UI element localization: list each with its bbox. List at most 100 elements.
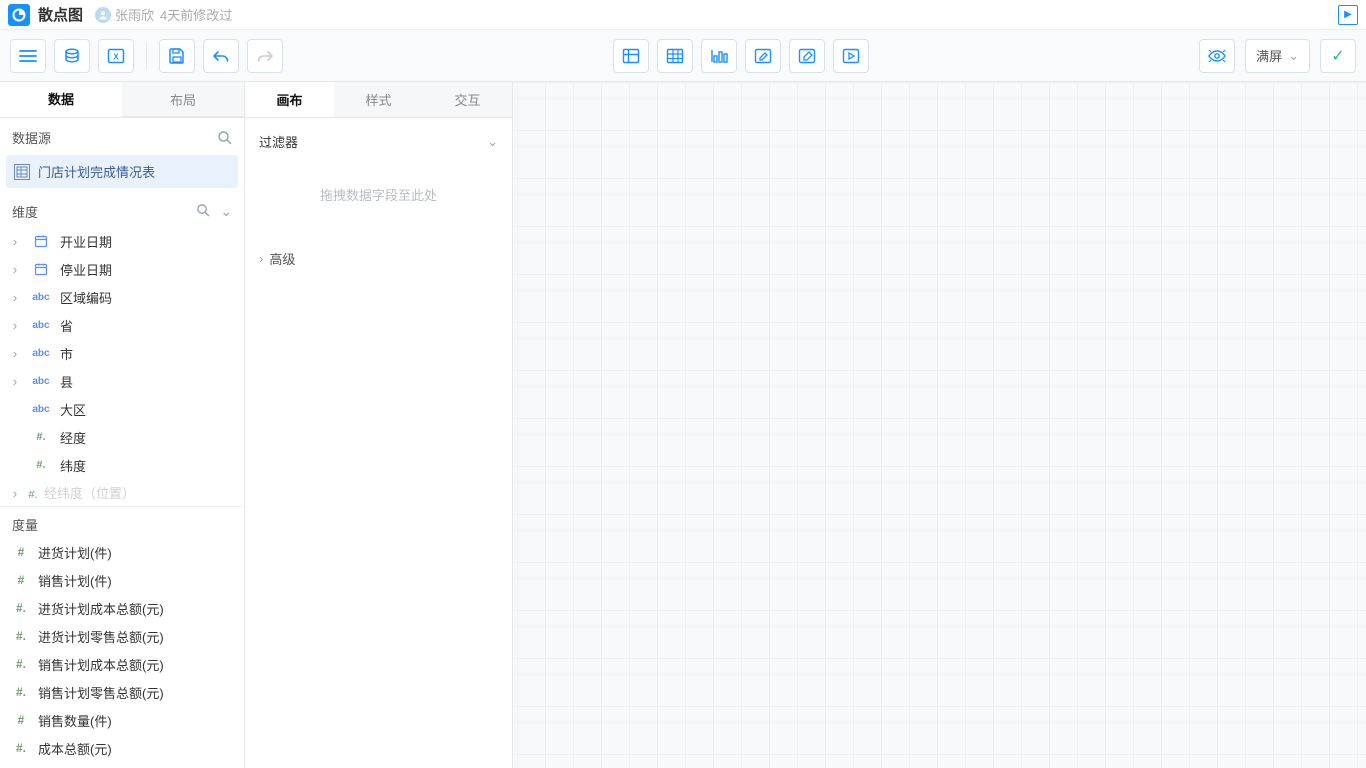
tab-layout[interactable]: 布局 [122, 82, 244, 117]
preview-play-button[interactable]: ▶ [1338, 5, 1358, 25]
formula-button[interactable]: X [98, 39, 134, 73]
field-type-icon: # [12, 573, 30, 587]
field-type-icon [30, 234, 52, 248]
menu-button[interactable] [10, 39, 46, 73]
measure-field[interactable]: #进货计划(件) [0, 538, 244, 566]
field-type-icon: #. [30, 459, 52, 471]
table-icon [14, 164, 30, 180]
field-label: 省 [60, 316, 73, 335]
tab-style[interactable]: 样式 [334, 82, 423, 117]
filter-label: 过滤器 [259, 132, 298, 151]
search-icon[interactable] [217, 130, 232, 145]
dimension-field[interactable]: #. 纬度 [0, 451, 244, 479]
field-type-icon: abc [30, 348, 52, 359]
save-button[interactable] [159, 39, 195, 73]
dimension-field[interactable]: › abc 市 [0, 339, 244, 367]
database-button[interactable] [54, 39, 90, 73]
expand-caret-icon: › [10, 262, 20, 277]
undo-button[interactable] [203, 39, 239, 73]
dimension-field[interactable]: › 停业日期 [0, 255, 244, 283]
chevron-down-icon: ⌄ [1288, 48, 1299, 64]
table-button[interactable] [657, 39, 693, 73]
field-label: 纬度 [60, 456, 86, 475]
field-type-icon: #. [12, 629, 30, 643]
field-type-icon [30, 262, 52, 276]
field-label: 开业日期 [60, 232, 112, 251]
toolbar-separator [146, 43, 147, 69]
screen-mode-label: 满屏 [1256, 46, 1282, 65]
layout-grid-button[interactable] [613, 39, 649, 73]
dimension-field[interactable]: ›abc区域编码 [0, 283, 244, 311]
view-eye-button[interactable] [1199, 39, 1235, 73]
tab-canvas[interactable]: 画布 [245, 82, 334, 117]
field-label: 销售计划零售总额(元) [38, 683, 164, 702]
tab-interact[interactable]: 交互 [423, 82, 512, 117]
filter-dropzone[interactable]: 拖拽数据字段至此处 [259, 167, 498, 221]
field-type-icon: #. [12, 657, 30, 671]
filter-section-toggle[interactable]: 过滤器 ⌄ [245, 118, 512, 161]
redo-button[interactable] [247, 39, 283, 73]
modified-time: 4天前修改过 [160, 5, 232, 24]
field-type-icon: abc [30, 376, 52, 387]
search-icon[interactable] [196, 203, 210, 220]
datasource-item[interactable]: 门店计划完成情况表 [6, 155, 238, 188]
measure-header: 度量 [0, 506, 244, 538]
measure-field[interactable]: #. 销售计划成本总额(元) [0, 650, 244, 678]
field-label: 进货计划成本总额(元) [38, 599, 164, 618]
expand-caret-icon: › [10, 318, 20, 333]
field-label: 成本总额(元) [38, 739, 112, 758]
field-type-icon: #. [12, 601, 30, 615]
field-type-icon: #. [12, 685, 30, 699]
confirm-button[interactable]: ✓ [1320, 39, 1356, 73]
expand-caret-icon: › [10, 234, 20, 249]
dimension-field[interactable]: #. 经度 [0, 423, 244, 451]
app-logo-icon [8, 4, 30, 26]
field-label: 经度 [60, 428, 86, 447]
edit-button[interactable] [745, 39, 781, 73]
field-label: 停业日期 [60, 260, 112, 279]
field-type-icon: # [12, 713, 30, 727]
measure-field[interactable]: #. 销售计划零售总额(元) [0, 678, 244, 706]
field-label: 进货计划零售总额(元) [38, 627, 164, 646]
dimension-field[interactable]: › 开业日期 [0, 227, 244, 255]
datasource-header: 数据源 [12, 128, 51, 147]
dimension-field[interactable]: abc大区 [0, 395, 244, 423]
chevron-down-icon[interactable]: ⌄ [220, 203, 232, 220]
field-label: 大区 [60, 400, 86, 419]
field-label: 销售计划成本总额(元) [38, 655, 164, 674]
measure-field[interactable]: #. 进货计划成本总额(元) [0, 594, 244, 622]
note-button[interactable] [789, 39, 825, 73]
author-name: 张雨欣 [115, 5, 154, 24]
design-canvas[interactable] [513, 82, 1366, 768]
expand-caret-icon: › [10, 374, 20, 389]
measure-field[interactable]: # 销售数量(件) [0, 706, 244, 734]
screen-mode-select[interactable]: 满屏 ⌄ [1245, 39, 1310, 73]
measure-field[interactable]: #. 成本总额(元) [0, 734, 244, 762]
advanced-label: 高级 [269, 249, 295, 268]
measure-field[interactable]: # 销售计划(件) [0, 566, 244, 594]
field-label: 区域编码 [60, 288, 112, 307]
page-title: 散点图 [38, 4, 83, 25]
field-label: 销售计划(件) [38, 571, 112, 590]
chevron-down-icon: ⌄ [487, 134, 498, 150]
field-type-icon: #. [12, 741, 30, 755]
advanced-section-toggle[interactable]: › 高级 [245, 239, 512, 278]
field-label: 销售数量(件) [38, 711, 112, 730]
measure-field[interactable]: #. 进货计划零售总额(元) [0, 622, 244, 650]
dimension-header: 维度 [12, 202, 38, 221]
tab-data[interactable]: 数据 [0, 82, 122, 117]
dimension-field[interactable]: ›abc县 [0, 367, 244, 395]
field-label: 市 [60, 344, 73, 363]
media-button[interactable] [833, 39, 869, 73]
field-type-icon: abc [30, 292, 52, 303]
datasource-name: 门店计划完成情况表 [38, 162, 155, 181]
user-avatar-icon [95, 7, 111, 23]
svg-text:X: X [113, 52, 119, 61]
dimension-truncated-item[interactable]: ›#.经纬度（位置） [0, 479, 244, 506]
field-type-icon: abc [30, 320, 52, 331]
expand-caret-icon: › [10, 346, 20, 361]
chart-button[interactable] [701, 39, 737, 73]
dimension-field[interactable]: › abc 省 [0, 311, 244, 339]
field-type-icon: #. [30, 431, 52, 443]
field-type-icon: # [12, 545, 30, 559]
